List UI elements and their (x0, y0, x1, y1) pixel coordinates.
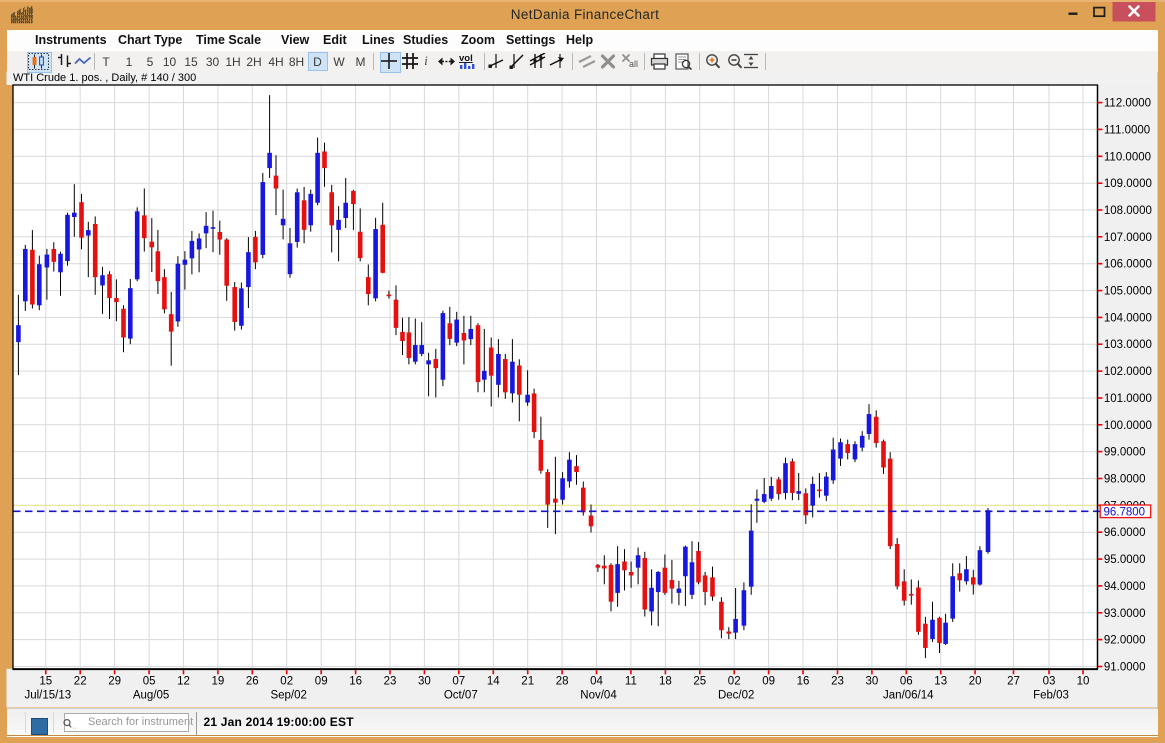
svg-text:104.0000: 104.0000 (1104, 312, 1152, 324)
svg-text:30: 30 (866, 676, 879, 688)
svg-text:16: 16 (797, 676, 810, 688)
svg-text:21: 21 (521, 676, 534, 688)
svg-text:94.0000: 94.0000 (1104, 581, 1146, 593)
svg-text:02: 02 (280, 676, 293, 688)
svg-text:108.0000: 108.0000 (1104, 205, 1152, 217)
svg-text:96.7800: 96.7800 (1104, 507, 1146, 519)
svg-text:109.0000: 109.0000 (1104, 178, 1152, 190)
svg-text:22: 22 (74, 676, 87, 688)
svg-text:04: 04 (590, 676, 603, 688)
svg-text:23: 23 (384, 676, 397, 688)
svg-text:102.0000: 102.0000 (1104, 366, 1152, 378)
svg-text:Feb/03: Feb/03 (1033, 690, 1069, 702)
svg-text:Jan/06/14: Jan/06/14 (883, 690, 934, 702)
svg-text:09: 09 (762, 676, 775, 688)
svg-text:Sep/02: Sep/02 (270, 690, 306, 702)
svg-text:18: 18 (659, 676, 672, 688)
svg-text:112.0000: 112.0000 (1104, 98, 1151, 110)
svg-text:Aug/05: Aug/05 (133, 690, 169, 702)
svg-text:vol: vol (459, 53, 473, 64)
svg-text:100.0000: 100.0000 (1104, 420, 1152, 432)
svg-text:93.0000: 93.0000 (1104, 608, 1146, 620)
svg-text:16: 16 (349, 676, 362, 688)
svg-text:26: 26 (246, 676, 259, 688)
svg-text:91.0000: 91.0000 (1104, 662, 1146, 674)
svg-text:99.0000: 99.0000 (1104, 447, 1146, 459)
svg-text:10: 10 (1077, 676, 1090, 688)
svg-text:13: 13 (934, 676, 947, 688)
svg-text:11: 11 (625, 676, 637, 688)
svg-text:30: 30 (418, 676, 431, 688)
svg-text:all: all (629, 59, 638, 69)
svg-text:110.0000: 110.0000 (1104, 151, 1151, 163)
svg-text:106.0000: 106.0000 (1104, 259, 1152, 271)
svg-text:..: .. (72, 723, 76, 730)
svg-text:05: 05 (143, 676, 156, 688)
svg-text:29: 29 (108, 676, 121, 688)
svg-text:92.0000: 92.0000 (1104, 635, 1146, 647)
svg-text:14: 14 (487, 676, 500, 688)
svg-text:03: 03 (1043, 676, 1056, 688)
svg-text:12: 12 (177, 676, 190, 688)
svg-text:02: 02 (728, 676, 741, 688)
svg-text:Dec/02: Dec/02 (718, 690, 754, 702)
svg-text:20: 20 (969, 676, 982, 688)
svg-text:Jul/15/13: Jul/15/13 (24, 690, 71, 702)
svg-text:15: 15 (39, 676, 52, 688)
svg-text:09: 09 (315, 676, 328, 688)
svg-text:101.0000: 101.0000 (1104, 393, 1152, 405)
svg-text:07: 07 (452, 676, 465, 688)
svg-text:95.0000: 95.0000 (1104, 554, 1146, 566)
svg-text:96.0000: 96.0000 (1104, 527, 1146, 539)
svg-text:06: 06 (900, 676, 913, 688)
svg-text:28: 28 (556, 676, 569, 688)
svg-text:103.0000: 103.0000 (1104, 339, 1152, 351)
svg-text:Nov/04: Nov/04 (580, 690, 617, 702)
svg-text:98.0000: 98.0000 (1104, 474, 1146, 486)
svg-text:27: 27 (1007, 676, 1020, 688)
svg-text:105.0000: 105.0000 (1104, 286, 1152, 298)
svg-text:19: 19 (212, 676, 225, 688)
svg-text:111.0000: 111.0000 (1104, 124, 1150, 136)
svg-text:23: 23 (831, 676, 844, 688)
svg-text:Oct/07: Oct/07 (444, 690, 478, 702)
svg-text:107.0000: 107.0000 (1104, 232, 1152, 244)
svg-text:25: 25 (693, 676, 706, 688)
